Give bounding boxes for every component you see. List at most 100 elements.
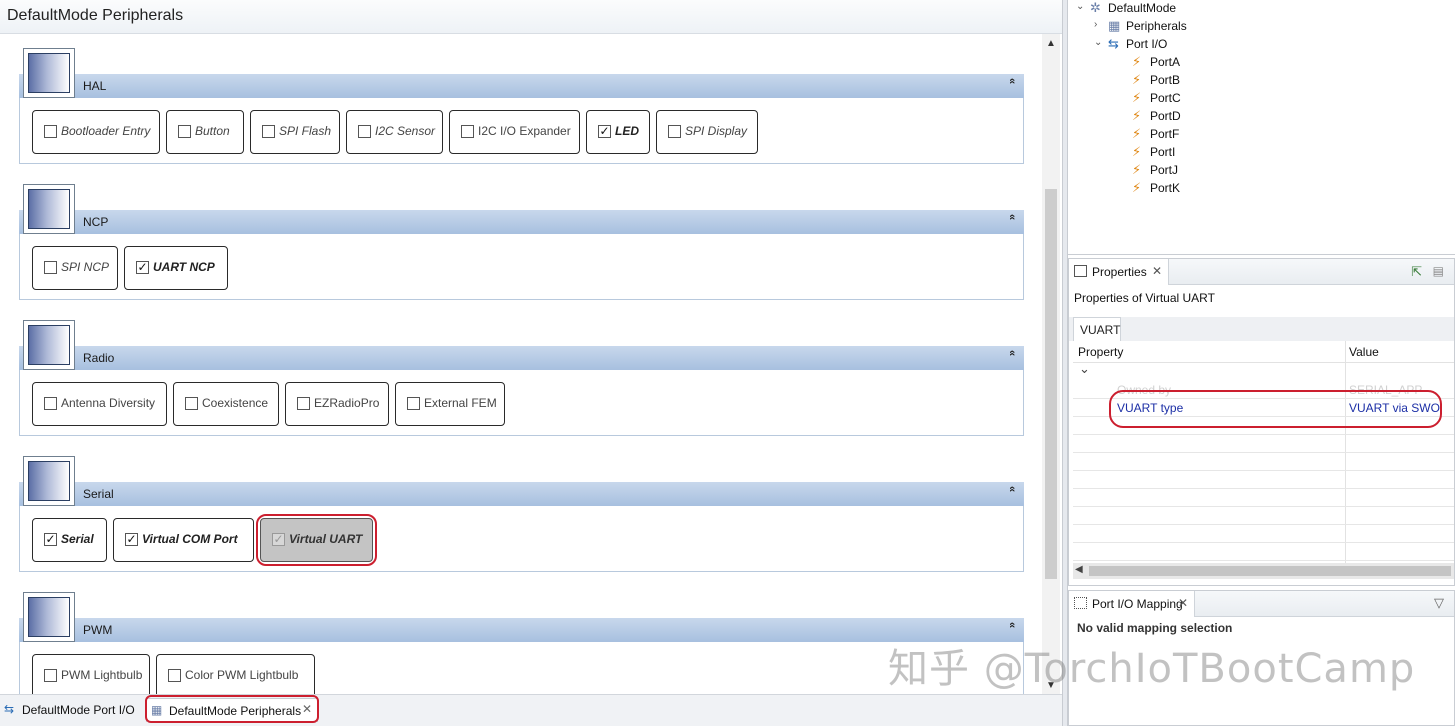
close-icon[interactable]: ✕ — [302, 702, 312, 716]
module-checkbox[interactable] — [185, 397, 198, 410]
module-spi-flash[interactable]: SPI Flash — [250, 110, 340, 154]
section-header[interactable]: HAL « — [19, 74, 1024, 98]
module-label: SPI Display — [685, 124, 748, 138]
filter-icon[interactable]: ▽ — [1434, 595, 1444, 611]
menu-icon[interactable]: ▤ — [1433, 264, 1444, 278]
section-icon — [23, 592, 75, 642]
chevron-down-icon[interactable]: ⌄ — [1079, 361, 1090, 377]
module-virtual-uart[interactable]: ✓ Virtual UART — [260, 518, 373, 562]
collapse-icon[interactable]: « — [1006, 621, 1018, 637]
column-header-value: Value — [1349, 345, 1379, 359]
collapse-icon[interactable]: « — [1006, 349, 1018, 365]
watermark: 知乎 @TorchIoTBootCamp — [888, 646, 1416, 692]
module-label: Virtual UART — [289, 532, 363, 546]
module-serial[interactable]: ✓ Serial — [32, 518, 107, 562]
module-checkbox[interactable] — [178, 125, 191, 138]
scroll-left-arrow-icon[interactable]: ◀ — [1075, 564, 1083, 575]
table-row — [1073, 507, 1454, 525]
collapse-icon[interactable]: « — [1006, 485, 1018, 501]
module-virtual-com-port[interactable]: ✓ Virtual COM Port — [113, 518, 254, 562]
chevron-right-icon[interactable]: › — [1094, 19, 1106, 30]
peripherals-editor: DefaultMode Peripherals HAL « Bootloader E… — [0, 0, 1062, 726]
tab-label: DefaultMode Port I/O — [22, 703, 135, 717]
editor-title: DefaultMode Peripherals — [7, 7, 184, 24]
scroll-thumb[interactable] — [1089, 566, 1451, 576]
module-checkbox[interactable] — [461, 125, 474, 138]
properties-icon — [1074, 265, 1087, 277]
tab-defaultmode-peripherals[interactable]: ▦ DefaultMode Peripherals ✕ — [146, 698, 318, 722]
module-checkbox[interactable] — [44, 397, 57, 410]
section-header[interactable]: Serial « — [19, 482, 1024, 506]
module-checkbox[interactable] — [168, 669, 181, 682]
module-external-fem[interactable]: External FEM — [395, 382, 505, 426]
gradient-swatch — [28, 461, 70, 501]
module-checkbox[interactable]: ✓ — [272, 533, 285, 546]
section-hal: HAL « Bootloader Entry Button SPI Flash I2C S… — [19, 48, 1024, 164]
module-checkbox[interactable] — [668, 125, 681, 138]
tab-properties[interactable]: Properties ✕ — [1069, 259, 1169, 285]
module-checkbox[interactable]: ✓ — [44, 533, 57, 546]
close-icon[interactable]: ✕ — [1178, 596, 1188, 610]
module-label: SPI NCP — [61, 260, 110, 274]
table-row[interactable]: Owned by SERIAL_APP — [1073, 381, 1454, 399]
module-checkbox[interactable] — [262, 125, 275, 138]
section-title: PWM — [83, 623, 113, 637]
module-checkbox[interactable] — [44, 125, 57, 138]
chevron-down-icon[interactable]: ⌄ — [1094, 37, 1106, 48]
module-spi-display[interactable]: SPI Display — [656, 110, 758, 154]
scroll-thumb[interactable] — [1045, 189, 1057, 579]
section-icon — [23, 320, 75, 370]
module-i2c-i-o-expander[interactable]: I2C I/O Expander — [449, 110, 580, 154]
group-row[interactable]: ⌄ — [1073, 361, 1454, 381]
chevron-down-icon[interactable]: ⌄ — [1076, 1, 1088, 12]
module-coexistence[interactable]: Coexistence — [173, 382, 279, 426]
table-row[interactable]: VUART type VUART via SWO — [1073, 399, 1454, 417]
module-spi-ncp[interactable]: SPI NCP — [32, 246, 118, 290]
mode-icon: ✲ — [1090, 0, 1101, 15]
module-uart-ncp[interactable]: ✓ UART NCP — [124, 246, 228, 290]
tab-defaultmode-port-io[interactable]: ⇆ DefaultMode Port I/O — [0, 698, 142, 722]
module-checkbox[interactable]: ✓ — [136, 261, 149, 274]
module-pwm-lightbulb[interactable]: PWM Lightbulb — [32, 654, 150, 694]
gradient-swatch — [28, 325, 70, 365]
horizontal-scrollbar[interactable]: ◀ — [1073, 563, 1454, 579]
grid-icon — [1074, 597, 1087, 609]
collapse-icon[interactable]: « — [1006, 77, 1018, 93]
module-ezradiopro[interactable]: EZRadioPro — [285, 382, 389, 426]
module-checkbox[interactable] — [407, 397, 420, 410]
module-label: SPI Flash — [279, 124, 332, 138]
section-header[interactable]: PWM « — [19, 618, 1024, 642]
module-checkbox[interactable] — [297, 397, 310, 410]
properties-view: Properties ✕ ⇱ ▤ Properties of Virtual U… — [1068, 258, 1455, 586]
editor-canvas: HAL « Bootloader Entry Button SPI Flash I2C S… — [0, 34, 1042, 694]
module-checkbox[interactable] — [44, 261, 57, 274]
module-bootloader-entry[interactable]: Bootloader Entry — [32, 110, 160, 154]
property-name: Owned by — [1117, 383, 1172, 397]
scroll-up-arrow-icon[interactable]: ▲ — [1042, 36, 1060, 52]
module-checkbox[interactable] — [358, 125, 371, 138]
tree-item-label: PortD — [1150, 109, 1181, 123]
module-label: Color PWM Lightbulb — [185, 668, 299, 682]
section-title: Radio — [83, 351, 115, 365]
module-button[interactable]: Button — [166, 110, 244, 154]
module-checkbox[interactable]: ✓ — [125, 533, 138, 546]
tab-port-io-mapping[interactable]: Port I/O Mapping ✕ — [1069, 591, 1195, 617]
module-color-pwm-lightbulb[interactable]: Color PWM Lightbulb — [156, 654, 315, 694]
module-led[interactable]: ✓ LED — [586, 110, 650, 154]
vertical-scrollbar[interactable]: ▲ ▼ — [1042, 34, 1060, 694]
module-antenna-diversity[interactable]: Antenna Diversity — [32, 382, 167, 426]
section-header[interactable]: NCP « — [19, 210, 1024, 234]
table-header: Property Value — [1073, 341, 1454, 363]
tab-vuart[interactable]: VUART — [1073, 317, 1121, 341]
property-value: SERIAL_APP — [1349, 383, 1423, 397]
module-checkbox[interactable]: ✓ — [598, 125, 611, 138]
pin-view-icon[interactable]: ⇱ — [1411, 264, 1422, 280]
gradient-swatch — [28, 53, 70, 93]
collapse-icon[interactable]: « — [1006, 213, 1018, 229]
close-icon[interactable]: ✕ — [1152, 264, 1162, 278]
tree-item-label: PortK — [1150, 181, 1181, 195]
module-checkbox[interactable] — [44, 669, 57, 682]
module-i2c-sensor[interactable]: I2C Sensor — [346, 110, 443, 154]
section-header[interactable]: Radio « — [19, 346, 1024, 370]
property-value[interactable]: VUART via SWO — [1349, 401, 1440, 415]
